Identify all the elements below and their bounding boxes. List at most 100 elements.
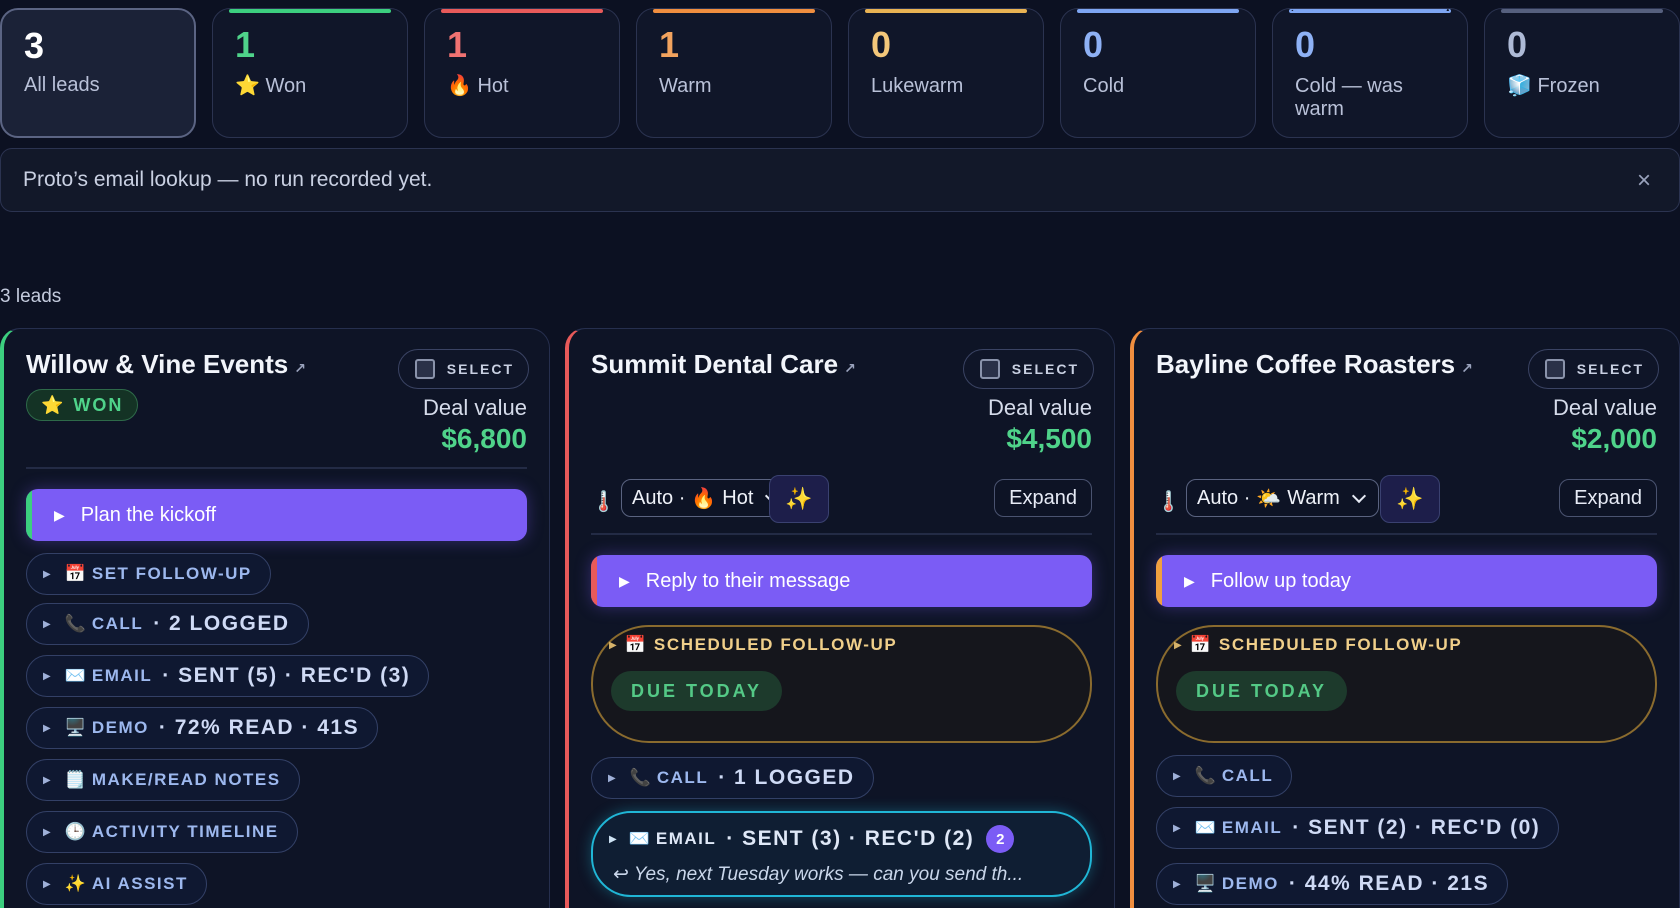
calendar-icon: 📅 <box>64 564 86 583</box>
star-icon: ⭐ <box>41 394 66 415</box>
deal-value-label: Deal value <box>988 395 1092 420</box>
tile-label-row: ⭐ Won <box>235 75 385 98</box>
lead-name-link[interactable]: Summit Dental Care ↗ <box>591 349 856 380</box>
calendar-icon: 📅 <box>1189 635 1211 654</box>
section-label: DEMO <box>91 718 149 737</box>
sparkle-icon: ✨ <box>785 486 813 511</box>
temperature-value: Warm <box>1287 486 1340 509</box>
email-section[interactable]: ▶ ✉️ EMAIL · SENT (5) · REC'D (3) <box>26 655 430 697</box>
notes-section[interactable]: ▶ 🗒️ MAKE/READ NOTES <box>26 759 300 801</box>
checkbox-icon <box>1544 359 1565 379</box>
section-label: SCHEDULED FOLLOW-UP <box>653 635 898 654</box>
envelope-icon: ✉️ <box>64 666 86 685</box>
ai-sparkle-button[interactable]: ✨ <box>769 475 829 523</box>
ai-assist-section[interactable]: ▶ ✨ AI ASSIST <box>26 863 207 905</box>
activity-timeline-section[interactable]: ▶ 🕒 ACTIVITY TIMELINE <box>26 811 298 853</box>
section-meta: · SENT (3) · REC'D (2) <box>726 827 975 850</box>
expand-caret-icon: ▶ <box>1173 878 1181 890</box>
tile-accent <box>1501 9 1663 13</box>
expand-caret-icon: ▶ <box>1173 770 1181 782</box>
ai-sparkle-button[interactable]: ✨ <box>1380 475 1440 523</box>
scheduled-follow-up[interactable]: ▶ 📅 SCHEDULED FOLLOW-UP DUE TODAY <box>591 625 1092 743</box>
scheduled-follow-up[interactable]: ▶ 📅 SCHEDULED FOLLOW-UP DUE TODAY <box>1156 625 1657 743</box>
expand-button[interactable]: Expand <box>1559 479 1657 517</box>
section-label: CALL <box>91 614 144 633</box>
lead-name: Bayline Coffee Roasters <box>1156 349 1456 379</box>
section-label: SCHEDULED FOLLOW-UP <box>1218 635 1463 654</box>
envelope-icon: ✉️ <box>1194 818 1216 837</box>
star-icon: ⭐ <box>235 75 260 97</box>
lead-name-link[interactable]: Willow & Vine Events ↗ <box>26 349 306 380</box>
expand-caret-icon: ▶ <box>43 826 51 838</box>
next-action-button[interactable]: ▶ Follow up today <box>1156 555 1657 607</box>
lead-name: Willow & Vine Events <box>26 349 289 379</box>
deal-value-label: Deal value <box>423 395 527 420</box>
tile-warm[interactable]: 1 Warm <box>636 8 832 138</box>
lead-name-link[interactable]: Bayline Coffee Roasters ↗ <box>1156 349 1473 380</box>
tile-label: Frozen <box>1537 75 1600 97</box>
thermometer-icon: 🌡️ <box>1156 491 1181 513</box>
expand-caret-icon: ▶ <box>43 568 51 580</box>
call-section[interactable]: ▶ 📞 CALL <box>1156 755 1293 797</box>
tile-won[interactable]: 1 ⭐ Won <box>212 8 408 138</box>
section-label: EMAIL <box>91 666 153 685</box>
select-checkbox[interactable]: SELECT <box>397 349 529 389</box>
section-meta: · 1 LOGGED <box>718 766 855 789</box>
tile-cold-was-warm[interactable]: 0 Cold — was warm <box>1272 8 1468 138</box>
due-today-badge: DUE TODAY <box>1176 671 1348 711</box>
section-label: SET FOLLOW-UP <box>91 564 252 583</box>
calendar-icon: 📅 <box>624 635 646 654</box>
banner-message: Proto’s email lookup — no run recorded y… <box>23 168 433 191</box>
close-icon[interactable]: × <box>1637 167 1651 195</box>
divider <box>591 533 1092 535</box>
expand-caret-icon: ▶ <box>608 772 616 784</box>
tile-hot[interactable]: 1 🔥 Hot <box>424 8 620 138</box>
status-badge-label: WON <box>73 394 124 415</box>
play-icon: ▶ <box>619 572 630 589</box>
info-banner: Proto’s email lookup — no run recorded y… <box>0 148 1680 212</box>
monitor-icon: 🖥️ <box>64 718 86 737</box>
temperature-select[interactable]: Auto · 🌤️ Warm <box>1186 479 1379 517</box>
tile-label: Cold — was warm <box>1295 75 1403 120</box>
section-meta: · SENT (2) · REC'D (0) <box>1292 816 1541 839</box>
scheduled-header: ▶ 📅 SCHEDULED FOLLOW-UP <box>609 635 897 655</box>
email-section[interactable]: ▶ ✉️ EMAIL · SENT (2) · REC'D (0) <box>1156 807 1560 849</box>
email-section-highlighted[interactable]: ▶ ✉️ EMAIL · SENT (3) · REC'D (2) 2 ↩ Ye… <box>591 811 1092 897</box>
tile-label: Cold <box>1083 75 1125 97</box>
tile-label: All leads <box>24 74 100 96</box>
tile-all-leads[interactable]: 3 All leads <box>0 8 196 138</box>
select-checkbox[interactable]: SELECT <box>1527 349 1659 389</box>
fire-icon: 🔥 <box>447 75 472 97</box>
monitor-icon: 🖥️ <box>1194 874 1216 893</box>
play-icon: ▶ <box>1184 572 1195 589</box>
next-action-button[interactable]: ▶ Plan the kickoff <box>26 489 527 541</box>
tile-count: 1 <box>235 24 256 65</box>
ice-cube-icon: 🧊 <box>1507 75 1532 97</box>
lead-card: Summit Dental Care ↗ SELECT Deal value $4… <box>565 328 1115 908</box>
call-section[interactable]: ▶ 📞 CALL · 1 LOGGED <box>591 757 874 799</box>
action-accent <box>26 489 32 541</box>
demo-section[interactable]: ▶ 🖥️ DEMO · 44% READ · 21S <box>1156 863 1509 905</box>
tile-count: 0 <box>1083 24 1104 65</box>
play-icon: ▶ <box>54 506 65 523</box>
expand-caret-icon: ▶ <box>43 670 51 682</box>
call-section[interactable]: ▶ 📞 CALL · 2 LOGGED <box>26 603 309 645</box>
set-follow-up-section[interactable]: ▶ 📅 SET FOLLOW-UP <box>26 553 271 595</box>
lead-card: Bayline Coffee Roasters ↗ SELECT Deal val… <box>1130 328 1680 908</box>
sparkle-icon: ✨ <box>64 874 86 893</box>
select-checkbox[interactable]: SELECT <box>962 349 1094 389</box>
section-label: DEMO <box>1221 874 1279 893</box>
temperature-select[interactable]: Auto · 🔥 Hot <box>621 479 793 517</box>
next-action-button[interactable]: ▶ Reply to their message <box>591 555 1092 607</box>
tile-cold[interactable]: 0 Cold <box>1060 8 1256 138</box>
section-meta: · 2 LOGGED <box>153 612 290 635</box>
tile-frozen[interactable]: 0 🧊 Frozen <box>1484 8 1680 138</box>
tile-lukewarm[interactable]: 0 Lukewarm <box>848 8 1044 138</box>
next-action-label: Reply to their message <box>645 569 851 592</box>
tile-accent <box>441 9 603 13</box>
action-accent <box>1156 555 1162 607</box>
expand-button[interactable]: Expand <box>994 479 1092 517</box>
demo-section[interactable]: ▶ 🖥️ DEMO · 72% READ · 41S <box>26 707 379 749</box>
deal-value-label: Deal value <box>1553 395 1657 420</box>
lead-card: Willow & Vine Events ↗ SELECT ⭐ WON Deal v… <box>0 328 550 908</box>
